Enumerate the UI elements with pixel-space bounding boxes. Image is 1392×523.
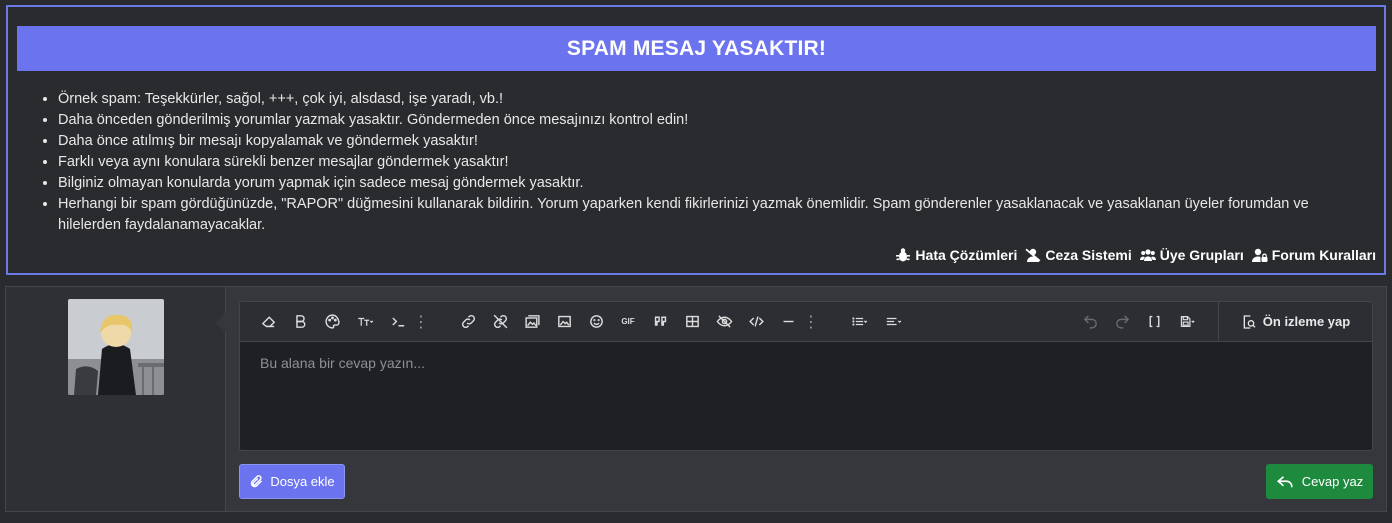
avatar[interactable]: [68, 299, 164, 395]
spam-notice-box: SPAM MESAJ YASAKTIR! Örnek spam: Teşekkü…: [6, 5, 1386, 275]
save-draft-icon[interactable]: [1170, 306, 1204, 338]
rule-item: Daha önceden gönderilmiş yorumlar yazmak…: [58, 110, 1358, 131]
quick-links: Hata Çözümleri Ceza Sistemi Üye Grupları…: [895, 247, 1376, 263]
undo-icon[interactable]: [1074, 306, 1106, 338]
code-block-icon[interactable]: [740, 306, 772, 338]
quote-icon[interactable]: [644, 306, 676, 338]
list-icon[interactable]: [842, 306, 876, 338]
reply-textarea[interactable]: Bu alana bir cevap yazın...: [240, 342, 1372, 450]
link-label: Üye Grupları: [1159, 247, 1244, 263]
reply-icon: [1276, 475, 1293, 487]
attach-files-button[interactable]: Dosya ekle: [239, 464, 345, 499]
bbcode-toggle-icon[interactable]: [1138, 306, 1170, 338]
rules-list: Örnek spam: Teşekkürler, sağol, +++, çok…: [58, 89, 1358, 236]
link-hata-cozumleri[interactable]: Hata Çözümleri: [895, 247, 1017, 263]
link-forum-kurallari[interactable]: Forum Kuralları: [1251, 247, 1376, 263]
redo-icon[interactable]: [1106, 306, 1138, 338]
unlink-icon[interactable]: [484, 306, 516, 338]
link-ceza-sistemi[interactable]: Ceza Sistemi: [1025, 247, 1132, 263]
attach-label: Dosya ekle: [270, 474, 335, 489]
table-icon[interactable]: [676, 306, 708, 338]
rule-item: Örnek spam: Teşekkürler, sağol, +++, çok…: [58, 89, 1358, 110]
notice-title: SPAM MESAJ YASAKTIR!: [17, 26, 1376, 71]
user-column: [6, 287, 226, 511]
preview-button[interactable]: Ön izleme yap: [1218, 302, 1372, 341]
post-reply-button[interactable]: Cevap yaz: [1266, 464, 1373, 499]
palette-icon[interactable]: [316, 306, 348, 338]
bug-icon: [896, 248, 911, 262]
reply-editor: ⋮ GIF ⋮ Ön izleme yap Bu alana bir cevap…: [239, 301, 1373, 451]
bold-icon[interactable]: [284, 306, 316, 338]
placeholder-text: Bu alana bir cevap yazın...: [260, 355, 425, 371]
link-label: Ceza Sistemi: [1045, 247, 1132, 263]
quick-reply-panel: ⋮ GIF ⋮ Ön izleme yap Bu alana bir cevap…: [5, 286, 1387, 512]
spoiler-icon[interactable]: [708, 306, 740, 338]
user-lock-icon: [1251, 248, 1268, 262]
submit-label: Cevap yaz: [1301, 474, 1364, 489]
gif-icon[interactable]: GIF: [612, 306, 644, 338]
eraser-icon[interactable]: [252, 306, 284, 338]
user-slash-icon: [1025, 248, 1041, 262]
more-options-icon[interactable]: ⋮: [803, 306, 819, 338]
align-icon[interactable]: [876, 306, 910, 338]
avatar-pointer: [216, 313, 226, 333]
rule-item: Bilginiz olmayan konularda yorum yapmak …: [58, 173, 1358, 194]
link-label: Forum Kuralları: [1271, 247, 1376, 263]
link-label: Hata Çözümleri: [915, 247, 1018, 263]
image-icon[interactable]: [548, 306, 580, 338]
code-inline-icon[interactable]: [382, 306, 414, 338]
more-options-icon[interactable]: ⋮: [413, 306, 429, 338]
editor-toolbar: ⋮ GIF ⋮ Ön izleme yap: [240, 302, 1372, 342]
paperclip-icon: [251, 475, 263, 488]
rule-item: Daha önce atılmış bir mesajı kopyalamak …: [58, 131, 1358, 152]
preview-label: Ön izleme yap: [1262, 314, 1351, 329]
image-gallery-icon[interactable]: [516, 306, 548, 338]
smiley-icon[interactable]: [580, 306, 612, 338]
users-icon: [1139, 249, 1156, 261]
font-size-icon[interactable]: [348, 306, 382, 338]
horizontal-line-icon[interactable]: [772, 306, 804, 338]
preview-icon: [1243, 314, 1256, 329]
link-uye-gruplari[interactable]: Üye Grupları: [1139, 247, 1244, 263]
link-icon[interactable]: [452, 306, 484, 338]
rule-item: Farklı veya aynı konulara sürekli benzer…: [58, 152, 1358, 173]
rule-item: Herhangi bir spam gördüğünüzde, "RAPOR" …: [58, 194, 1358, 236]
